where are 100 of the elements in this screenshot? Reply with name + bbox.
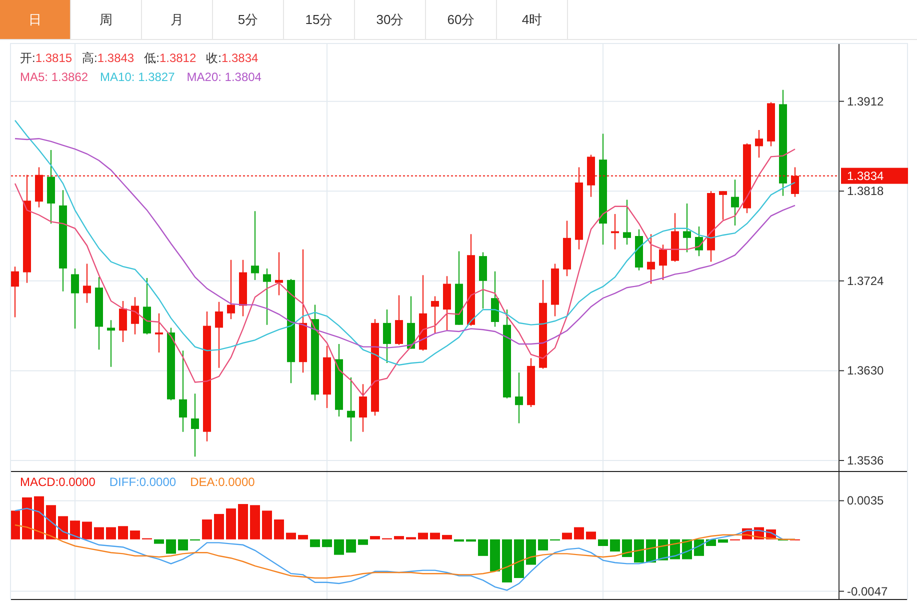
histogram-bar [70,520,80,540]
histogram-bar [322,539,332,548]
histogram-bar [394,536,404,540]
histogram-bar [94,527,104,540]
histogram-bar [610,539,620,552]
axis-label: 1.3536 [847,454,884,468]
candlestick [551,263,559,317]
candlestick [491,270,499,328]
histogram-bar [46,505,56,540]
candlestick [479,252,487,310]
candlestick [323,345,331,408]
axis-label: 0.0035 [847,494,884,508]
axis-label: 1.3912 [847,94,884,108]
candlestick [191,393,199,458]
candlestick [515,372,523,424]
candlestick [407,296,415,350]
candlestick [731,179,739,226]
histogram-bar [490,539,500,572]
candlestick [35,166,43,208]
axis-label: 1.3630 [847,364,884,378]
histogram-bar [358,539,368,545]
histogram-bar [34,496,44,540]
candlestick [239,259,247,317]
candlestick [611,214,619,250]
legend-item: MACD:0.0000 [20,474,96,491]
legend-label: 收: [206,50,222,67]
histogram-bar [442,534,452,540]
histogram-bar [634,539,644,563]
candlestick [647,234,655,284]
histogram-bar [466,539,476,542]
histogram-bar [298,534,308,540]
candlestick [767,102,775,147]
histogram-bar [718,539,728,543]
histogram-bar [586,532,596,540]
legend-item: MA5: 1.3862 [20,69,88,86]
histogram-bar [454,539,464,542]
candlestick [155,312,163,354]
candlestick [563,220,571,277]
axis-label: -0.0047 [847,584,888,598]
histogram-bar [130,530,140,540]
histogram-bar [11,510,20,540]
candlestick [683,203,691,253]
candlestick [527,358,535,408]
candlestick [623,199,631,246]
candlestick [275,252,283,296]
candlestick [743,142,751,214]
candlestick [659,244,667,280]
legend-item: MA20: 1.3804 [186,69,262,86]
histogram-bar [514,539,524,578]
histogram-bar [250,505,260,540]
histogram-bar [154,539,164,544]
price-value: 1.3834 [847,168,884,183]
legend-label: 开: [20,50,36,67]
legend-value: 1.3843 [97,50,134,67]
histogram-bar [622,539,632,558]
histogram-bar [274,519,284,540]
candlestick [71,268,79,330]
candlestick [83,263,91,304]
legend-value: 1.3812 [159,50,196,67]
histogram-bar [310,539,320,548]
histogram-bar [574,527,584,540]
candlestick [755,129,763,158]
legend-item: DEA:0.0000 [190,474,255,491]
histogram-bar [262,510,272,540]
histogram-bar [478,539,488,556]
candlestick [443,276,451,332]
candlestick [107,320,115,368]
histogram-bar [346,539,356,553]
histogram-bar [58,516,68,540]
histogram-bar [646,539,656,563]
candlestick [11,266,19,318]
histogram-bar [202,519,212,540]
histogram-bar [598,539,608,546]
histogram-bar [370,536,380,540]
candlestick [263,268,271,326]
histogram-bar [334,539,344,555]
candlestick [791,166,799,198]
candlestick [695,226,703,257]
histogram-bar [178,539,188,550]
candlestick [383,309,391,364]
legend-value: 1.3815 [35,50,72,67]
legend-item: DIFF:0.0000 [109,474,176,491]
legend-label: 低: [144,50,160,67]
candlestick [131,296,139,335]
histogram-bar [82,522,92,540]
candlestick [671,212,679,262]
candlestick [635,228,643,271]
candlestick [707,190,715,262]
histogram-bar [106,527,116,540]
candlestick [119,300,127,343]
histogram-bar [418,532,428,540]
histogram-bar [430,532,440,540]
legend-item: MA10: 1.3827 [100,69,175,86]
candlestick [587,154,595,198]
histogram-bar [286,532,296,540]
candlestick [227,259,235,320]
candlestick [215,301,223,368]
histogram-bar [406,537,416,540]
histogram-bar [562,532,572,540]
histogram-bar [526,539,536,565]
